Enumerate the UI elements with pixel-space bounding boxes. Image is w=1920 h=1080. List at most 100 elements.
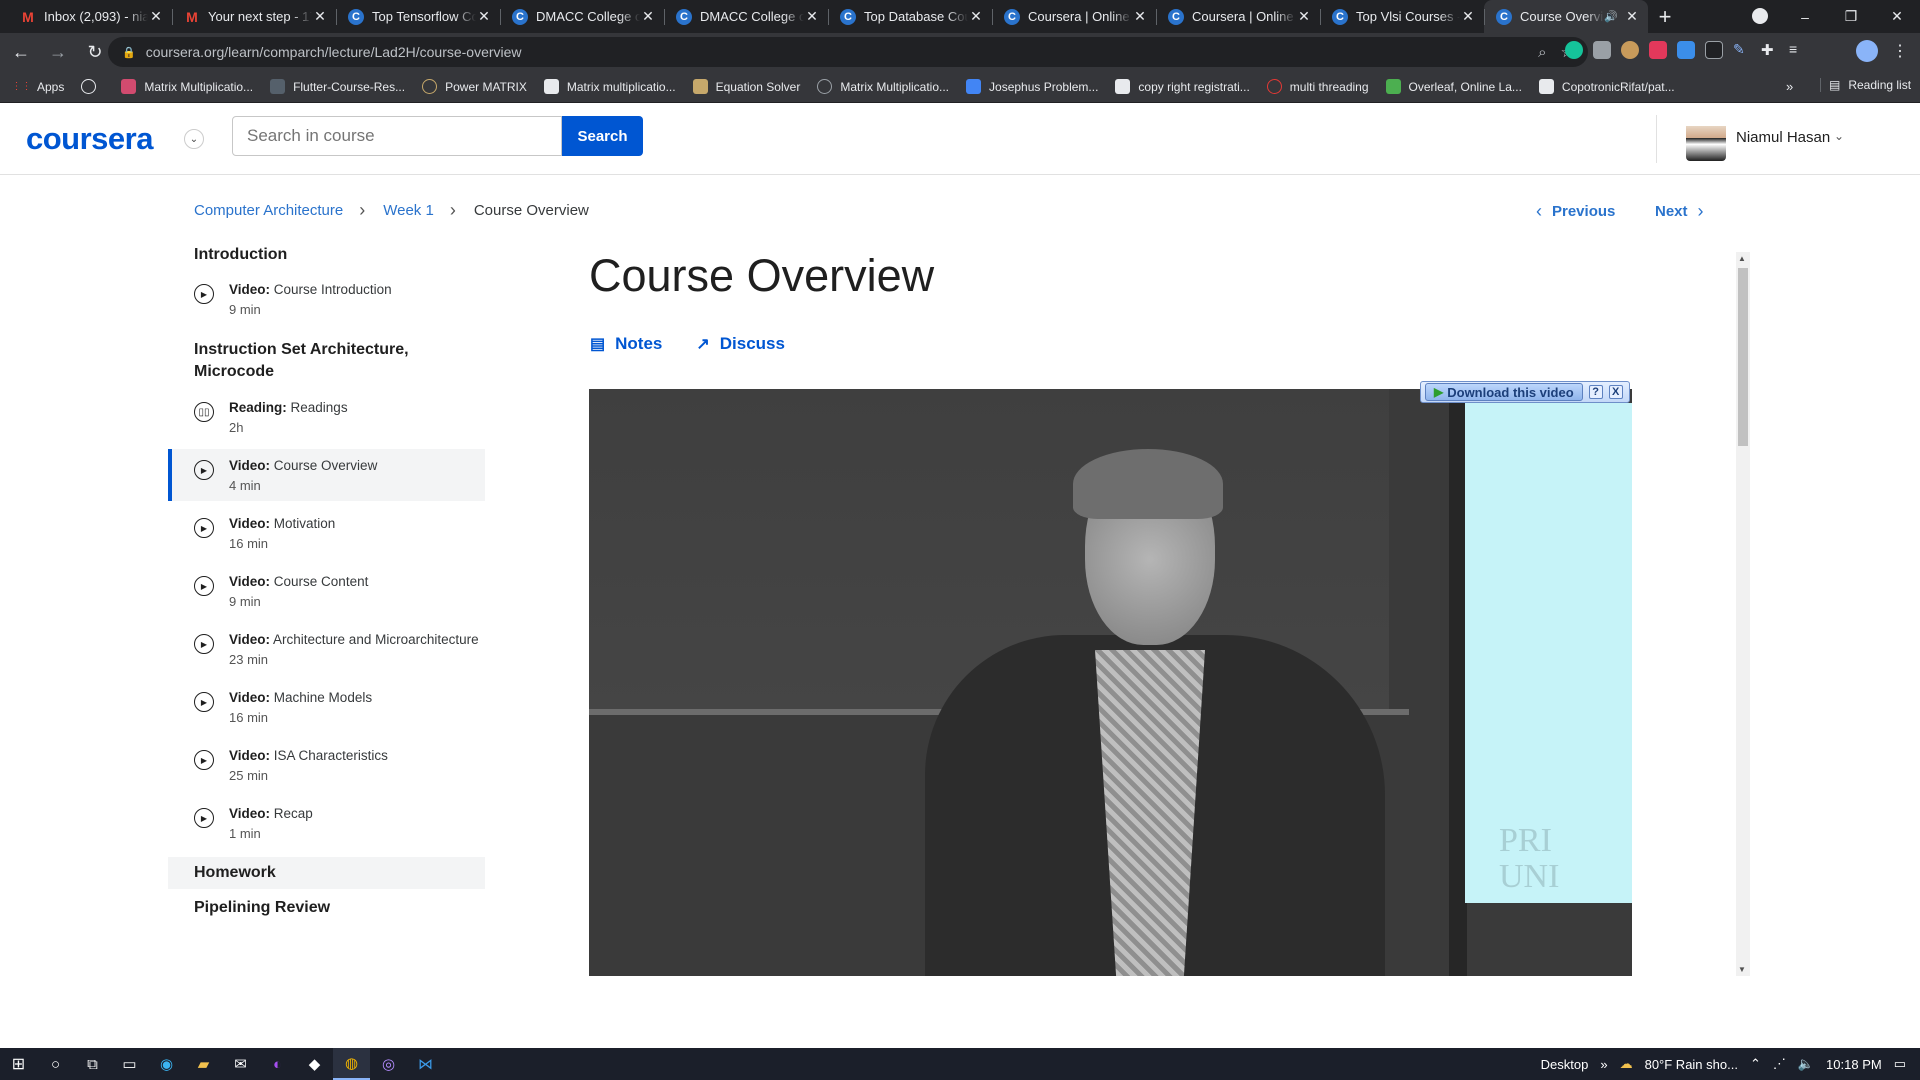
- new-tab-button[interactable]: +: [1648, 0, 1682, 33]
- app-icon[interactable]: ◆: [296, 1048, 333, 1080]
- course-search-input[interactable]: [232, 116, 562, 156]
- back-arrow-icon[interactable]: ←: [5, 37, 37, 67]
- outline-item[interactable]: ▶ Video: Course Introduction 9 min: [168, 273, 485, 325]
- discuss-button[interactable]: ↗ Discuss: [696, 334, 785, 354]
- download-help-icon[interactable]: ?: [1588, 385, 1603, 399]
- scroll-up-icon[interactable]: ▲: [1738, 254, 1746, 263]
- cortana-search-icon[interactable]: ○: [37, 1048, 74, 1080]
- close-tab-icon[interactable]: ✕: [968, 8, 984, 25]
- bookmark-item[interactable]: copy right registrati...: [1115, 79, 1250, 94]
- zoom-icon[interactable]: ⌕: [1538, 44, 1546, 61]
- bookmark-item[interactable]: Overleaf, Online La...: [1385, 79, 1522, 94]
- browser-tab[interactable]: C Top Vlsi Courses - l ✕: [1320, 0, 1484, 33]
- outline-item[interactable]: ▶ Video: Machine Models 16 min: [168, 681, 485, 733]
- screen-extension-icon[interactable]: [1705, 41, 1723, 59]
- file-explorer-icon[interactable]: ▰: [185, 1048, 222, 1080]
- camera-extension-icon[interactable]: [1593, 41, 1611, 59]
- audio-playing-icon[interactable]: 🔊: [1604, 10, 1618, 23]
- download-video-button[interactable]: ▶ Download this video: [1425, 383, 1583, 401]
- weather-text[interactable]: 80°F Rain sho...: [1645, 1057, 1738, 1072]
- next-button[interactable]: Next ›: [1655, 201, 1704, 222]
- close-tab-icon[interactable]: ✕: [1460, 8, 1476, 25]
- browser-tab[interactable]: M Inbox (2,093) - niam✕: [8, 0, 172, 33]
- explore-chevron-icon[interactable]: ⌄: [184, 129, 204, 149]
- address-bar[interactable]: 🔒 coursera.org/learn/comparch/lecture/La…: [108, 37, 1588, 67]
- reload-icon[interactable]: ↻: [79, 37, 111, 67]
- section-title[interactable]: Introduction: [168, 244, 485, 266]
- browser-profile-avatar[interactable]: [1856, 40, 1878, 62]
- download-close-icon[interactable]: X: [1608, 385, 1623, 399]
- download-extension-icon[interactable]: [1677, 41, 1695, 59]
- messenger-icon[interactable]: ◐: [259, 1048, 296, 1080]
- user-menu-chevron-icon[interactable]: ⌄: [1834, 129, 1844, 143]
- desktop-toolbar-label[interactable]: Desktop: [1541, 1057, 1589, 1072]
- tray-chevron-icon[interactable]: ⌃: [1750, 1056, 1761, 1072]
- outline-item[interactable]: ▶ Video: Course Overview 4 min: [168, 449, 485, 501]
- chrome-taskbar-icon[interactable]: ◍: [333, 1048, 370, 1080]
- puzzle-icon[interactable]: ✚: [1761, 41, 1779, 59]
- previous-button[interactable]: ‹ Previous: [1536, 201, 1615, 222]
- reading-list-button[interactable]: ▤ Reading list: [1820, 78, 1911, 92]
- video-player[interactable]: PRI UNI: [589, 389, 1632, 976]
- user-avatar[interactable]: [1686, 117, 1726, 161]
- user-name[interactable]: Niamul Hasan: [1736, 129, 1830, 146]
- browser-tab[interactable]: C Coursera | Online C ✕: [992, 0, 1156, 33]
- pen-extension-icon[interactable]: ✎: [1733, 41, 1751, 59]
- scrollbar-thumb[interactable]: [1738, 268, 1748, 446]
- bookmark-item[interactable]: multi threading: [1266, 79, 1369, 94]
- close-tab-icon[interactable]: ✕: [804, 8, 820, 25]
- outline-item[interactable]: ▶ Video: Course Content 9 min: [168, 565, 485, 617]
- windows-start-icon[interactable]: ⊞: [0, 1048, 37, 1080]
- browser-tab[interactable]: C Top Database Cour ✕: [828, 0, 992, 33]
- bookmark-item[interactable]: Matrix Multiplicatio...: [121, 79, 253, 94]
- browser-tab[interactable]: C Top Tensorflow Co ✕: [336, 0, 500, 33]
- scroll-down-icon[interactable]: ▼: [1738, 965, 1746, 974]
- content-scrollbar[interactable]: ▲ ▼: [1736, 252, 1750, 976]
- close-tab-icon[interactable]: ✕: [148, 8, 164, 25]
- notifications-icon[interactable]: ▭: [1894, 1056, 1906, 1072]
- forward-arrow-icon[interactable]: →: [42, 37, 74, 67]
- close-tab-icon[interactable]: ✕: [1624, 8, 1640, 25]
- outline-item[interactable]: ▶ Video: Architecture and Microarchitectu…: [168, 623, 485, 675]
- outline-item[interactable]: ▶ Video: Recap 1 min: [168, 797, 485, 849]
- notes-button[interactable]: ▤ Notes: [590, 334, 662, 354]
- outline-item[interactable]: ▶ Video: Motivation 16 min: [168, 507, 485, 559]
- more-bookmarks-icon[interactable]: »: [1786, 79, 1793, 94]
- bookmark-item[interactable]: Flutter-Course-Res...: [270, 79, 405, 94]
- network-icon[interactable]: ⋰: [1773, 1056, 1786, 1072]
- breadcrumb-course-link[interactable]: Computer Architecture: [194, 202, 343, 219]
- section-title[interactable]: Homework: [168, 857, 485, 889]
- task-view-icon[interactable]: ⧉: [74, 1048, 111, 1080]
- bookmark-item[interactable]: Matrix multiplicatio...: [543, 79, 676, 94]
- toolbar-expand-icon[interactable]: »: [1600, 1057, 1607, 1072]
- browser-tab[interactable]: C DMACC College on ✕: [664, 0, 828, 33]
- clock[interactable]: 10:18 PM: [1826, 1057, 1882, 1072]
- tab-search-icon[interactable]: [1752, 8, 1768, 24]
- edge-browser-icon[interactable]: ◉: [148, 1048, 185, 1080]
- close-tab-icon[interactable]: ✕: [476, 8, 492, 25]
- lock-icon[interactable]: 🔒: [122, 46, 136, 59]
- grammarly-extension-icon[interactable]: [1565, 41, 1583, 59]
- restore-icon[interactable]: ❐: [1828, 8, 1874, 25]
- browser-menu-icon[interactable]: ⋮: [1892, 41, 1908, 61]
- bookmark-item[interactable]: Josephus Problem...: [966, 79, 1098, 94]
- apps-shortcut[interactable]: ⋮⋮ Apps: [12, 79, 65, 94]
- browser-tab[interactable]: C DMACC College on ✕: [500, 0, 664, 33]
- media-control-icon[interactable]: ≡: [1789, 41, 1807, 59]
- github-desktop-icon[interactable]: ◎: [370, 1048, 407, 1080]
- bookmark-item[interactable]: Equation Solver: [692, 79, 800, 94]
- close-tab-icon[interactable]: ✕: [1132, 8, 1148, 25]
- search-button[interactable]: Search: [562, 116, 643, 156]
- close-window-icon[interactable]: ✕: [1874, 8, 1920, 25]
- browser-tab[interactable]: M Your next step - 17 ✕: [172, 0, 336, 33]
- vscode-icon[interactable]: ⋈: [407, 1048, 444, 1080]
- weather-icon[interactable]: ☁: [1620, 1056, 1633, 1072]
- section-title[interactable]: Pipelining Review: [168, 897, 485, 919]
- pdf-extension-icon[interactable]: [1649, 41, 1667, 59]
- volume-icon[interactable]: 🔈: [1798, 1056, 1814, 1072]
- close-tab-icon[interactable]: ✕: [312, 8, 328, 25]
- close-tab-icon[interactable]: ✕: [1296, 8, 1312, 25]
- minimize-icon[interactable]: –: [1782, 9, 1828, 25]
- cookie-extension-icon[interactable]: [1621, 41, 1639, 59]
- bookmark-item[interactable]: [81, 79, 104, 94]
